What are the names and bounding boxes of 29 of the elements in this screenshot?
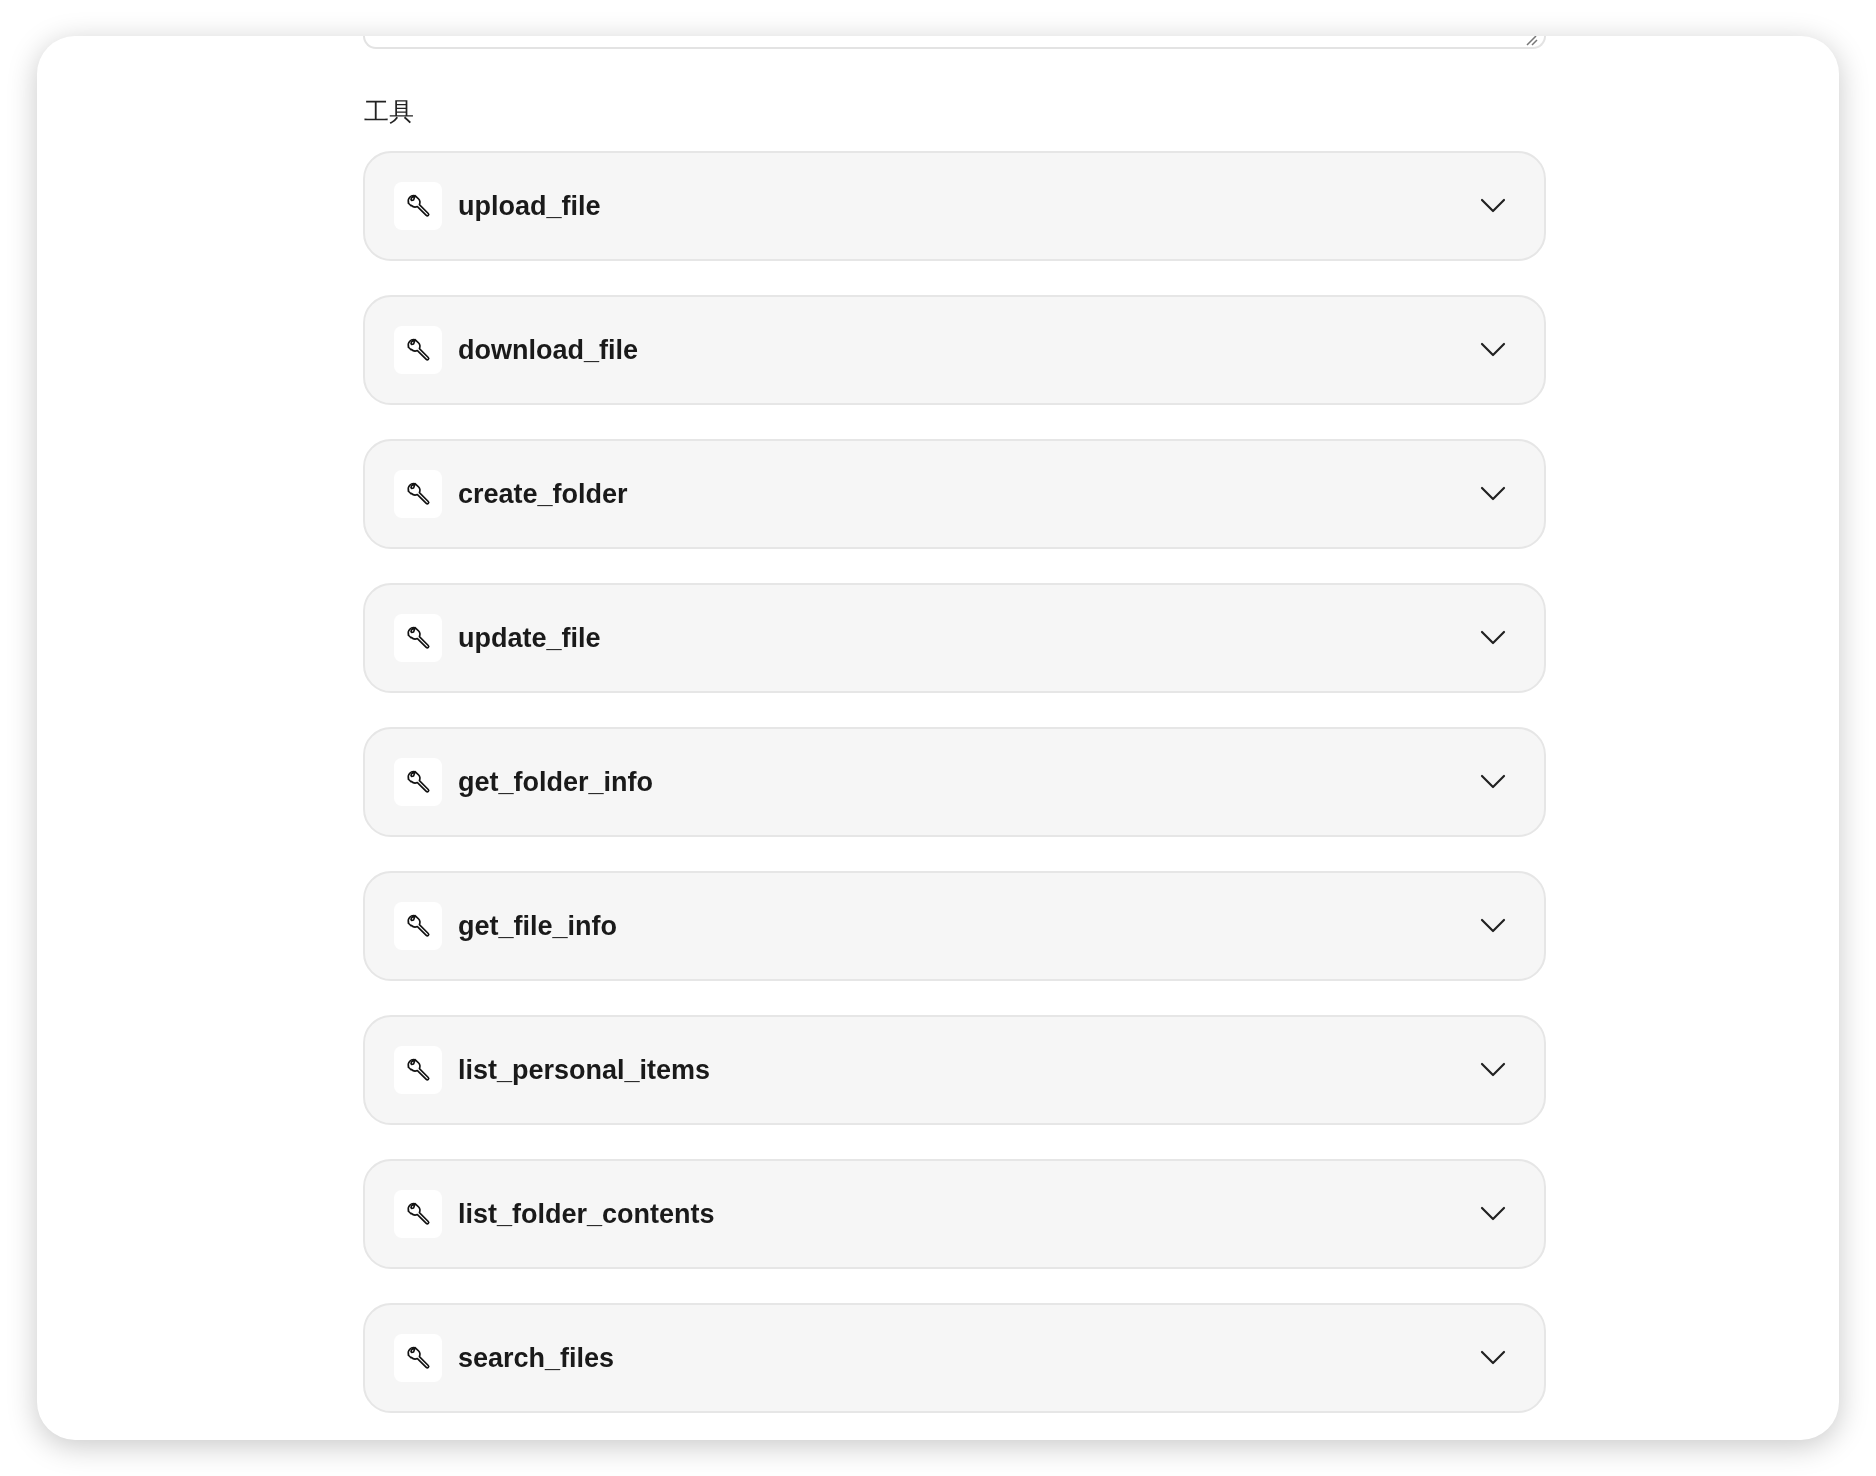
tool-row[interactable]: get_folder_info xyxy=(363,727,1546,837)
tool-row[interactable]: upload_file xyxy=(363,151,1546,261)
tool-name: get_file_info xyxy=(458,910,619,942)
tool-name: create_folder xyxy=(458,478,629,510)
chevron-icon[interactable] xyxy=(1480,918,1506,934)
chevron-icon[interactable] xyxy=(1480,198,1506,214)
tool-name: list_personal_items xyxy=(458,1054,712,1086)
tool-name: search_files xyxy=(458,1342,616,1374)
tool-row[interactable]: list_personal_items xyxy=(363,1015,1546,1125)
tool-name: upload_file xyxy=(458,190,602,222)
chevron-icon[interactable] xyxy=(1480,630,1506,646)
section-title: 工具 xyxy=(364,96,414,128)
chevron-icon[interactable] xyxy=(1480,486,1506,502)
tool-row[interactable]: list_folder_contents xyxy=(363,1159,1546,1269)
tool-row[interactable]: get_file_info xyxy=(363,871,1546,981)
tool-name: get_folder_info xyxy=(458,766,654,798)
chevron-icon[interactable] xyxy=(1480,1206,1506,1222)
tool-name: download_file xyxy=(458,334,639,366)
tool-row[interactable]: search_files xyxy=(363,1303,1546,1413)
resize-grip-icon[interactable] xyxy=(1524,36,1538,46)
tool-row[interactable]: create_folder xyxy=(363,439,1546,549)
chevron-icon[interactable] xyxy=(1480,342,1506,358)
tool-row[interactable]: update_file xyxy=(363,583,1546,693)
chevron-icon[interactable] xyxy=(1480,774,1506,790)
tool-name: update_file xyxy=(458,622,602,654)
chevron-icon[interactable] xyxy=(1480,1062,1506,1078)
chevron-icon[interactable] xyxy=(1480,1350,1506,1366)
tool-row[interactable]: download_file xyxy=(363,295,1546,405)
tool-name: list_folder_contents xyxy=(458,1198,716,1230)
